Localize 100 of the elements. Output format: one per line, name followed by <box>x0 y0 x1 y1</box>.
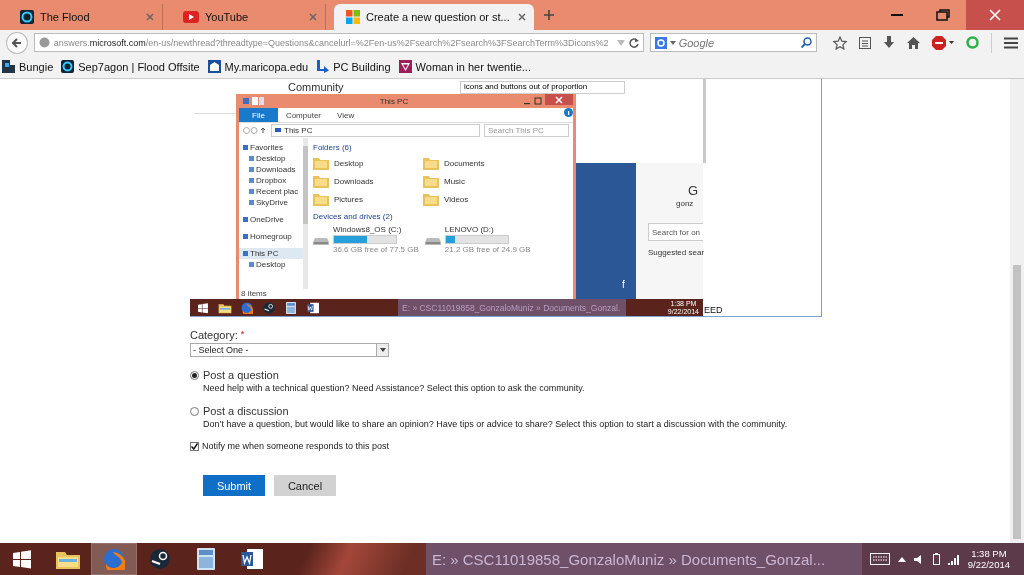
folder-label[interactable]: Pictures <box>334 194 363 204</box>
stop-sign-icon[interactable] <box>932 35 954 50</box>
section-heading: Devices and drives (2) <box>313 212 394 221</box>
restore-icon <box>936 9 950 21</box>
download-icon[interactable] <box>883 36 895 49</box>
nav-item[interactable]: Dropbox <box>239 175 303 186</box>
window-title: E: » CSC11019858_GonzaloMuniz » Documents_Gonzal... <box>425 543 862 575</box>
cut-off-text: EED <box>704 305 723 315</box>
ribbon-tab[interactable]: File <box>239 108 278 122</box>
chevron-up-icon[interactable] <box>897 556 906 562</box>
ribbon-tab[interactable]: View <box>329 108 363 122</box>
play-icon <box>183 11 199 23</box>
folder-icon <box>313 192 329 206</box>
cancel-button[interactable]: Cancel <box>274 475 336 496</box>
folder-label[interactable]: Documents <box>444 158 485 168</box>
bookmark-link[interactable]: Woman in her twentie... <box>415 60 531 73</box>
help-icon[interactable] <box>564 108 573 117</box>
browser-tab[interactable]: Create a new question or st... <box>334 4 534 30</box>
folder-label[interactable]: Downloads <box>334 176 374 186</box>
computer-icon <box>275 127 281 134</box>
free-space-text: 21.2 GB free of 24.9 GB <box>444 245 531 254</box>
folder-label[interactable]: Music <box>444 176 465 186</box>
globe-icon[interactable] <box>240 301 254 315</box>
nav-item[interactable]: Downloads <box>239 164 303 175</box>
windows-logo-icon[interactable] <box>197 302 209 314</box>
globe-icon <box>38 37 50 48</box>
close-button[interactable] <box>966 0 1024 30</box>
nav-icon <box>249 156 254 161</box>
window-title: This PC <box>378 96 410 106</box>
drive-label[interactable]: Windows8_OS (C:) <box>333 225 419 234</box>
calculator-icon[interactable] <box>286 301 296 315</box>
steam-icon[interactable] <box>148 548 171 570</box>
section-heading: Folders (6) <box>313 143 353 152</box>
clipboard-icon[interactable] <box>859 36 871 49</box>
nav-icon <box>243 234 248 239</box>
scrollbar[interactable] <box>303 138 308 289</box>
bookmark-link[interactable]: Sep7agon | Flood Offsite <box>78 60 200 73</box>
bookmark-link[interactable]: Bungie <box>19 60 54 73</box>
document-w-icon[interactable] <box>306 302 320 314</box>
home-icon[interactable] <box>907 36 920 49</box>
maximize-icon[interactable] <box>534 97 542 105</box>
folder-label[interactable]: Videos <box>444 194 469 204</box>
folder-label[interactable]: Desktop <box>334 158 364 168</box>
minimize-icon <box>891 14 903 16</box>
steam-icon[interactable] <box>262 301 276 315</box>
folder-icon <box>313 156 329 170</box>
nav-icon <box>243 217 248 222</box>
checkbox-label[interactable]: Notify me when someone responds to this post <box>202 441 390 451</box>
google-icon <box>654 36 667 49</box>
windows-logo-icon[interactable] <box>12 549 32 569</box>
folder-icon <box>313 174 329 188</box>
nav-item[interactable]: Desktop <box>239 153 303 164</box>
folder-icon[interactable] <box>55 549 80 569</box>
account-name: gonz <box>676 199 694 208</box>
bookmark-link[interactable]: PC Building <box>333 60 391 73</box>
scrollbar[interactable] <box>1010 79 1024 543</box>
folder-icon <box>423 192 439 206</box>
new-tab-icon[interactable] <box>544 10 554 20</box>
menu-icon[interactable] <box>1004 36 1018 49</box>
reload-icon[interactable] <box>628 37 639 48</box>
folder-icon[interactable] <box>218 302 232 314</box>
close-button[interactable] <box>545 94 573 105</box>
building-icon <box>207 60 221 73</box>
battery-icon[interactable] <box>932 553 940 565</box>
document-w-icon[interactable] <box>240 549 263 569</box>
nav-item[interactable]: Homegroup <box>239 231 303 242</box>
nav-item[interactable]: OneDrive <box>239 214 303 225</box>
signal-icon[interactable] <box>947 553 960 565</box>
submit-button[interactable]: Submit <box>203 475 265 496</box>
address-bar[interactable]: This PC <box>271 124 480 137</box>
back-button[interactable] <box>6 31 28 54</box>
required-mark: * <box>240 329 245 339</box>
nav-item[interactable]: Favorites <box>239 142 303 153</box>
nav-icon <box>249 262 254 267</box>
category-dropdown[interactable]: - Select One - <box>190 343 389 357</box>
close-icon <box>989 9 1001 21</box>
dropdown-icon <box>669 40 676 45</box>
close-icon[interactable] <box>518 13 526 21</box>
star-icon[interactable] <box>833 35 847 50</box>
check-icon <box>191 442 198 450</box>
nav-item[interactable]: SkyDrive <box>239 197 303 208</box>
nav-arrows-icon[interactable] <box>243 127 267 134</box>
free-space-text: 36.6 GB free of 77.5 GB <box>333 245 419 254</box>
keyboard-icon[interactable] <box>869 553 890 565</box>
bookmark-link[interactable]: My.maricopa.edu <box>224 60 309 73</box>
option-label[interactable]: Post a question <box>203 369 279 381</box>
calculator-icon[interactable] <box>196 548 215 570</box>
nav-icon <box>249 178 254 183</box>
folder-icon <box>423 174 439 188</box>
checkbox[interactable] <box>190 441 199 451</box>
option-label[interactable]: Post a discussion <box>203 405 289 417</box>
nav-item[interactable]: Desktop <box>239 259 303 270</box>
nav-item[interactable]: Recent plac <box>239 186 303 197</box>
search-field[interactable]: Google <box>649 33 817 52</box>
drive-label[interactable]: LENOVO (D:) <box>444 225 531 234</box>
address-bar[interactable]: answers.microsoft.com/en-us/newthread?threadtype=Questions&cancelurl=%2Fen-us%2Fsearch%2Fsearch%3FSearchTerm%3Dicons%2 <box>33 33 644 52</box>
nav-item[interactable]: This PC <box>239 248 303 259</box>
page-heading: Community <box>288 81 344 93</box>
ribbon-tab[interactable]: Computer <box>277 108 329 122</box>
suggestions-label: Suggested sear <box>648 248 705 257</box>
